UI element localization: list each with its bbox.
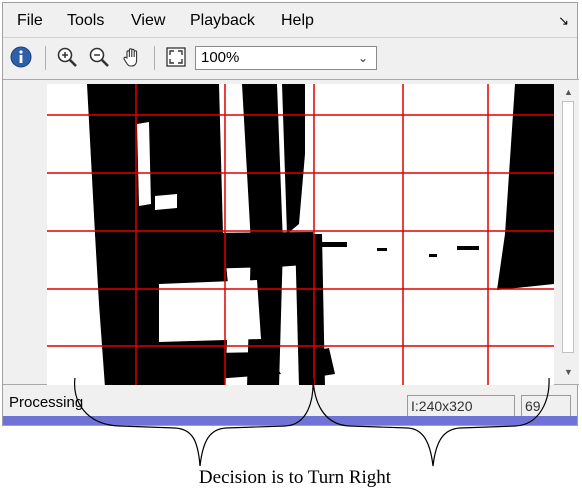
- frame-number-field: 69: [521, 395, 571, 417]
- status-text: Processing: [9, 394, 84, 411]
- zoom-in-icon[interactable]: [55, 45, 79, 69]
- menu-playback[interactable]: Playback: [190, 12, 255, 30]
- scroll-down-arrow-icon[interactable]: ▼: [560, 364, 577, 380]
- image-viewport[interactable]: ▲ ▼: [3, 79, 579, 387]
- undock-arrow-icon[interactable]: ↘: [558, 13, 569, 29]
- binary-image: [47, 84, 554, 387]
- zoom-out-icon[interactable]: [87, 45, 111, 69]
- toolbar-separator: [45, 46, 46, 70]
- fit-to-window-icon[interactable]: [164, 45, 188, 69]
- menu-help[interactable]: Help: [281, 12, 314, 30]
- hand-pan-icon[interactable]: [120, 45, 144, 69]
- window-bottom-accent-bar: [3, 416, 577, 425]
- zoom-level-value: 100%: [201, 49, 240, 66]
- menu-file[interactable]: File: [17, 12, 43, 30]
- vertical-scrollbar[interactable]: ▲ ▼: [560, 84, 577, 380]
- zoom-level-select[interactable]: 100% ⌄: [195, 46, 377, 70]
- chevron-down-icon: ⌄: [357, 51, 368, 65]
- decision-caption: Decision is to Turn Right: [198, 467, 392, 488]
- toolbar: 100% ⌄: [3, 37, 577, 80]
- menu-bar: File Tools View Playback Help ↘: [3, 3, 577, 37]
- menu-view[interactable]: View: [131, 12, 165, 30]
- scrollbar-thumb[interactable]: [562, 101, 574, 353]
- resolution-field: I:240x320: [407, 395, 515, 417]
- processed-frame: [47, 84, 554, 387]
- menu-tools[interactable]: Tools: [67, 12, 104, 30]
- info-icon[interactable]: [9, 45, 33, 69]
- status-bar: Processing I:240x320 69: [3, 385, 577, 417]
- video-viewer-window: File Tools View Playback Help ↘ 100% ⌄ ▲…: [2, 2, 579, 426]
- scroll-up-arrow-icon[interactable]: ▲: [560, 84, 577, 100]
- toolbar-separator: [154, 46, 155, 70]
